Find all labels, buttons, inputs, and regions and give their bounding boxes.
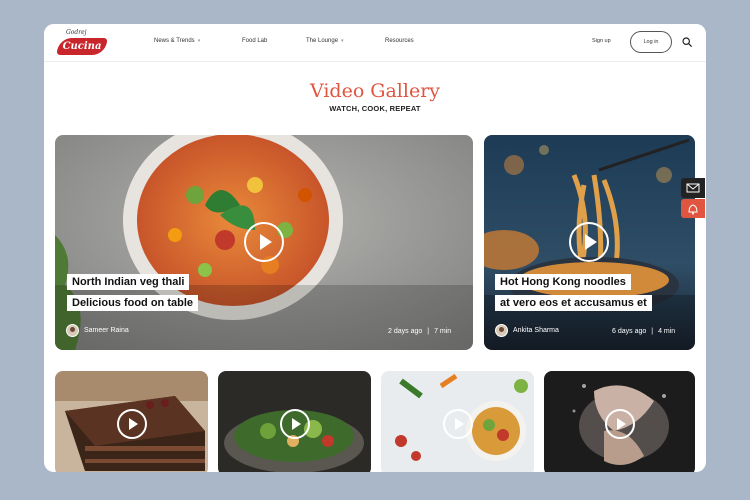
gallery-subtitle: WATCH, COOK, REPEAT: [329, 104, 421, 113]
video-thumbnail[interactable]: [544, 371, 695, 472]
page-frame: Godrej Cucina News & Trends ▾ Food Lab Th…: [44, 24, 706, 472]
play-icon[interactable]: [569, 222, 609, 262]
video-author[interactable]: Sameer Raina: [66, 324, 129, 337]
chevron-down-icon: ▾: [341, 38, 344, 44]
nav-food-lab[interactable]: Food Lab: [242, 38, 267, 44]
video-duration: 7 min: [434, 328, 452, 335]
featured-video-card[interactable]: Hot Hong Kong noodles at vero eos et acc…: [484, 135, 695, 350]
avatar: [495, 324, 508, 337]
bell-icon[interactable]: [681, 199, 705, 218]
video-age: 2 days ago: [388, 328, 423, 335]
play-icon[interactable]: [244, 222, 284, 262]
play-icon[interactable]: [280, 409, 310, 439]
avatar: [66, 324, 79, 337]
play-icon[interactable]: [117, 409, 147, 439]
video-duration: 4 min: [658, 328, 676, 335]
logo-cucina-badge: Cucina: [56, 38, 108, 55]
nav-news-trends[interactable]: News & Trends ▾: [154, 38, 200, 44]
author-name: Ankita Sharma: [513, 327, 559, 334]
gallery-title: Video Gallery: [309, 80, 441, 102]
video-caption-line2: Delicious food on table: [67, 295, 199, 311]
logo-godrej: Godrej: [66, 29, 87, 36]
play-icon[interactable]: [443, 409, 473, 439]
mail-icon[interactable]: [681, 178, 705, 198]
video-thumbnail[interactable]: [381, 371, 534, 472]
login-button[interactable]: Log in: [630, 31, 672, 53]
video-caption-line1: Hot Hong Kong noodles: [495, 274, 631, 290]
search-icon[interactable]: [682, 37, 692, 47]
video-meta: 2 days ago | 7 min: [388, 328, 452, 335]
video-author[interactable]: Ankita Sharma: [495, 324, 559, 337]
featured-video-card[interactable]: North Indian veg thali Delicious food on…: [55, 135, 473, 350]
chevron-down-icon: ▾: [197, 38, 201, 44]
video-caption-line1: North Indian veg thali: [67, 274, 190, 290]
video-meta: 6 days ago | 4 min: [612, 328, 676, 335]
signup-link[interactable]: Sign up: [592, 38, 611, 44]
nav-the-lounge[interactable]: The Lounge ▾: [306, 38, 344, 44]
play-icon[interactable]: [605, 409, 635, 439]
video-age: 6 days ago: [612, 328, 647, 335]
video-thumbnail[interactable]: [55, 371, 208, 472]
site-header: Godrej Cucina News & Trends ▾ Food Lab Th…: [44, 24, 706, 62]
author-name: Sameer Raina: [84, 327, 129, 334]
brand-logo[interactable]: Godrej Cucina: [56, 29, 108, 57]
video-thumbnail[interactable]: [218, 371, 371, 472]
video-caption-line2: at vero eos et accusamus et: [495, 295, 652, 311]
nav-resources[interactable]: Resources: [385, 38, 414, 44]
